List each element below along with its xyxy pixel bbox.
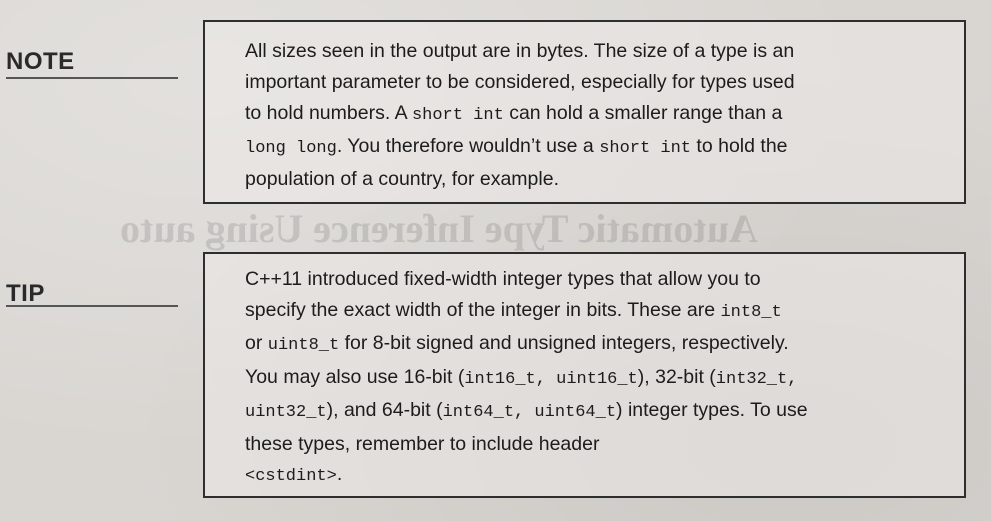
note-line-1: All sizes seen in the output are in byte… [245,40,795,62]
inline-code: int8_t [720,302,782,322]
tip-paragraph: C++11 introduced fixed-width integer typ… [245,264,946,493]
tip-line-2: specify the exact width of the integer i… [245,298,782,322]
tip-line-7: <cstdint>. [245,463,343,486]
tip-line-6: these types, remember to include header [245,432,600,455]
inline-code: short int [599,139,692,158]
inline-code: uint8_t [267,336,340,355]
note-label-rule [6,77,178,79]
note-paragraph: All sizes seen in the output are in byte… [245,36,946,195]
tip-line-1: C++11 introduced fixed-width integer typ… [245,268,761,290]
tip-line-5: uint32_t), and 64-bit (int64_t, uint64_t… [245,399,808,422]
inline-code: uint32_t [245,403,327,422]
inline-code: int16_t, uint16_t [464,369,638,389]
tip-label-rule [6,305,178,307]
inline-code: long long [245,139,337,158]
inline-code: short int [411,106,504,125]
note-box: All sizes seen in the output are in byte… [203,20,966,204]
note-line-2: important parameter to be considered, es… [245,71,795,93]
inline-code: <cstdint> [245,467,337,486]
tip-label: TIP [6,280,178,308]
note-line-3: to hold numbers. A short int can hold a … [245,102,783,125]
note-label: NOTE [6,48,178,79]
note-label-text: NOTE [6,48,75,75]
tip-line-3: or uint8_t for 8-bit signed and unsigned… [245,332,789,355]
bleed-through-heading: Automatic Type Inference Using auto [120,206,758,251]
note-line-5: population of a country, for example. [245,168,559,190]
tip-line-4: You may also use 16-bit (int16_t, uint16… [245,365,798,389]
note-line-4: long long. You therefore wouldn’t use a … [245,135,788,158]
tip-label-text: TIP [6,280,45,307]
inline-code: int32_t, [715,369,798,389]
inline-code: int64_t, uint64_t [442,403,617,422]
tip-box: C++11 introduced fixed-width integer typ… [203,252,966,498]
